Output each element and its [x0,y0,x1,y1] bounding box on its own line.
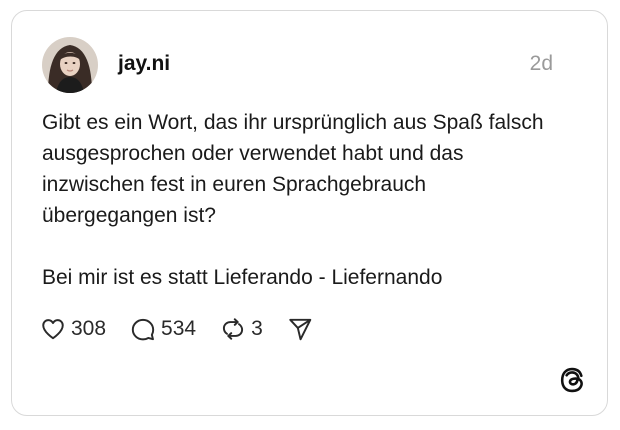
heart-icon [42,319,64,340]
post-body: Gibt es ein Wort, das ihr ursprünglich a… [42,107,562,293]
avatar-image [42,37,98,93]
like-count: 308 [71,317,107,340]
username[interactable]: jay.ni [118,52,170,76]
repost-button[interactable]: 3 [220,316,263,342]
post-actions: 308 534 3 [40,314,337,344]
threads-logo-icon[interactable] [558,366,586,394]
share-button[interactable] [287,316,313,342]
post-text-paragraph: Bei mir ist es statt Lieferando - Liefer… [42,266,443,289]
send-icon [289,318,312,341]
post-text-paragraph: Gibt es ein Wort, das ihr ursprünglich a… [42,111,544,227]
avatar[interactable] [42,37,98,93]
repost-icon [223,318,244,340]
post-card: jay.ni 2d Gibt es ein Wort, das ihr ursp… [11,10,608,416]
comment-bubble-icon [131,318,155,341]
reply-count: 534 [161,317,197,340]
like-button[interactable]: 308 [40,316,106,342]
post-timestamp: 2d [529,52,553,75]
repost-count: 3 [251,317,263,340]
reply-button[interactable]: 534 [130,316,196,342]
